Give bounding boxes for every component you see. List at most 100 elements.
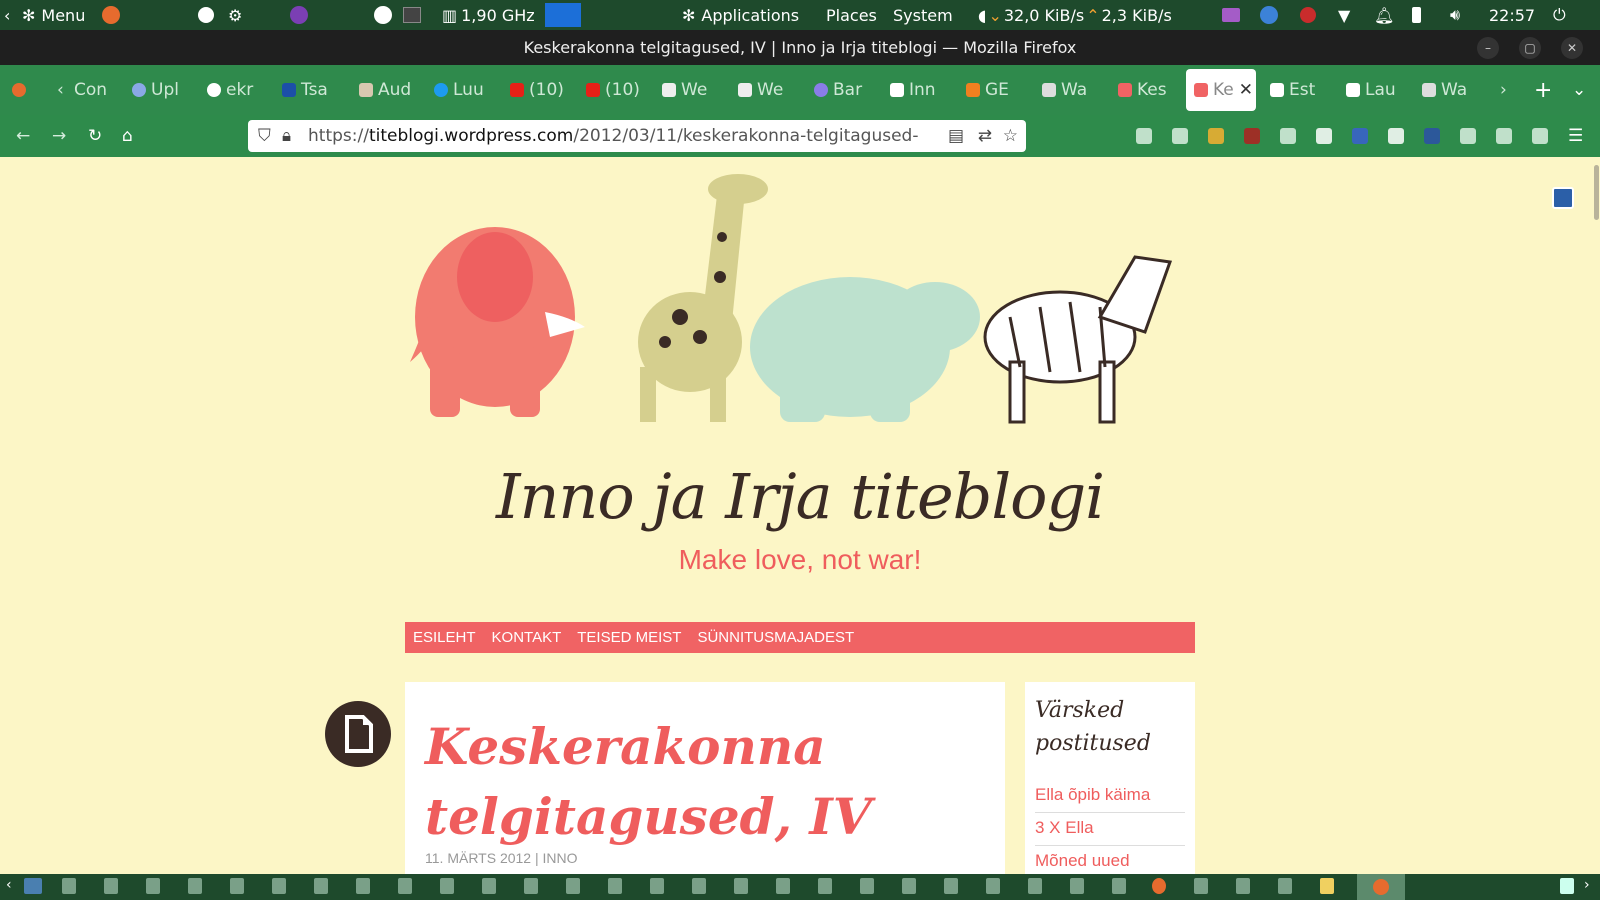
menu-item-sunnitusmajadest[interactable]: Sünnitusmajadest: [697, 629, 854, 646]
lock-icon[interactable]: 🔒︎: [282, 126, 291, 146]
recent-post-link[interactable]: Mõned uued: [1035, 846, 1185, 874]
close-tab-icon[interactable]: ✕: [1239, 80, 1253, 100]
tab-8[interactable]: (10): [584, 69, 646, 111]
launcher-a-icon[interactable]: [198, 0, 214, 30]
taskbar-window-icon[interactable]: [944, 878, 958, 894]
tab-17[interactable]: Est: [1268, 69, 1330, 111]
menu-button[interactable]: ✻ Menu: [22, 0, 85, 30]
taskbar-scroll-left-button[interactable]: ‹: [6, 877, 20, 893]
taskbar-window-icon[interactable]: [1278, 878, 1292, 894]
terminal-icon[interactable]: [403, 0, 421, 30]
taskbar-window-icon[interactable]: [1194, 878, 1208, 894]
taskbar-window-icon[interactable]: [566, 878, 580, 894]
taskbar-window-icon[interactable]: [104, 878, 118, 894]
audio-app-icon[interactable]: [1222, 0, 1240, 30]
tab-scroll-right-button[interactable]: ›: [1498, 69, 1512, 111]
panel-left-arrow[interactable]: ‹: [4, 0, 10, 30]
tab-1[interactable]: Con: [72, 69, 124, 111]
notification-bell-icon[interactable]: 🔔︎: [1374, 0, 1394, 30]
taskbar-window-icon[interactable]: [272, 878, 286, 894]
record-icon[interactable]: [1300, 0, 1316, 30]
firefox-taskbar-icon[interactable]: [1152, 878, 1166, 894]
tab-9[interactable]: We: [660, 69, 722, 111]
reload-button[interactable]: ↻: [88, 115, 102, 157]
ublock-icon[interactable]: [1244, 128, 1260, 144]
tab-7[interactable]: (10): [508, 69, 570, 111]
taskbar-window-icon[interactable]: [482, 878, 496, 894]
tab-13[interactable]: GE: [964, 69, 1026, 111]
taskbar-window-icon[interactable]: [524, 878, 538, 894]
network-speed-indicator[interactable]: ◖ ⌄ 32,0 KiB/s ⌃ 2,3 KiB/s: [978, 0, 1172, 30]
taskbar-window-icon[interactable]: [62, 878, 76, 894]
taskbar-window-icon[interactable]: [1028, 878, 1042, 894]
post-title[interactable]: Keskerakonna telgitagused, IV: [425, 712, 985, 852]
back-button[interactable]: ←: [16, 115, 30, 157]
applications-menu[interactable]: ✻ Applications: [682, 0, 799, 30]
show-desktop-icon[interactable]: [24, 878, 42, 894]
taskbar-window-icon[interactable]: [398, 878, 412, 894]
new-tab-button[interactable]: +: [1532, 69, 1550, 111]
firefox-launcher-icon[interactable]: [102, 0, 120, 30]
forward-button[interactable]: →: [52, 115, 66, 157]
calendar-icon[interactable]: [1316, 128, 1332, 144]
taskbar-window-icon[interactable]: [860, 878, 874, 894]
tab-10[interactable]: We: [736, 69, 798, 111]
taskbar-window-icon[interactable]: [188, 878, 202, 894]
recent-post-link[interactable]: 3 X Ella: [1035, 813, 1185, 846]
home-button[interactable]: ⌂: [122, 115, 133, 157]
post-date[interactable]: 11. märts 2012: [425, 850, 531, 866]
extensions-puzzle-icon[interactable]: [1532, 128, 1548, 144]
recent-post-link[interactable]: Ella õpib käima: [1035, 780, 1185, 813]
bookmark-star-icon[interactable]: ☆: [1002, 126, 1018, 146]
trash-icon[interactable]: [1560, 878, 1574, 894]
page-scrollbar[interactable]: [1594, 165, 1599, 220]
tab-19[interactable]: Wa: [1420, 69, 1482, 111]
post-author[interactable]: Inno: [543, 850, 578, 866]
tab-4[interactable]: Tsa: [280, 69, 344, 111]
extension-icon[interactable]: [1208, 128, 1224, 144]
close-window-button[interactable]: ✕: [1561, 37, 1583, 59]
power-icon[interactable]: ⏻: [1553, 0, 1566, 30]
taskbar-window-icon[interactable]: [356, 878, 370, 894]
taskbar-window-icon[interactable]: [440, 878, 454, 894]
tab-18[interactable]: Lau: [1344, 69, 1406, 111]
clock[interactable]: 22:57: [1489, 0, 1535, 30]
window-titlebar[interactable]: Keskerakonna telgitagused, IV | Inno ja …: [0, 30, 1600, 65]
podcast-icon[interactable]: [290, 0, 308, 30]
places-menu[interactable]: Places: [826, 0, 877, 30]
volume-icon[interactable]: 🔊︎: [1450, 0, 1460, 30]
tab-scroll-left-button[interactable]: ‹: [55, 69, 67, 111]
taskbar-window-icon[interactable]: [608, 878, 622, 894]
taskbar-window-icon[interactable]: [146, 878, 160, 894]
wifi-status-icon[interactable]: ▼: [1338, 0, 1350, 30]
tab-14[interactable]: Wa: [1040, 69, 1102, 111]
extension-icon[interactable]: [1280, 128, 1296, 144]
tab-15[interactable]: Kes: [1116, 69, 1178, 111]
cloud-icon[interactable]: [1496, 128, 1512, 144]
weather-icon[interactable]: [1260, 0, 1278, 30]
translate-popup-icon[interactable]: [1552, 187, 1574, 209]
globe-icon[interactable]: [1460, 128, 1476, 144]
taskbar-window-icon[interactable]: [986, 878, 1000, 894]
site-title[interactable]: Inno ja Irja titeblogi: [405, 460, 1195, 533]
taskbar-window-icon[interactable]: [734, 878, 748, 894]
taskbar-window-icon[interactable]: [230, 878, 244, 894]
tab-2[interactable]: Upl: [130, 69, 192, 111]
taskbar-scroll-right-button[interactable]: ›: [1584, 877, 1598, 893]
minimize-button[interactable]: –: [1477, 37, 1499, 59]
cpu-freq-indicator[interactable]: ▥ 1,90 GHz: [442, 0, 535, 30]
list-all-tabs-button[interactable]: ⌄: [1570, 69, 1588, 111]
gear-icon[interactable]: ⚙: [228, 0, 242, 30]
downloads-icon[interactable]: [1172, 128, 1188, 144]
tab-5[interactable]: Aud: [357, 69, 419, 111]
tab-11[interactable]: Bar: [812, 69, 876, 111]
app-menu-button[interactable]: ☰: [1568, 115, 1583, 157]
taskbar-window-icon[interactable]: [1236, 878, 1250, 894]
extension-icon[interactable]: [1352, 128, 1368, 144]
taskbar-window-icon[interactable]: [1112, 878, 1126, 894]
menu-item-esileht[interactable]: Esileht: [413, 629, 476, 646]
taskbar-window-icon[interactable]: [776, 878, 790, 894]
maximize-button[interactable]: ▢: [1519, 37, 1541, 59]
tab-3[interactable]: ekr: [205, 69, 267, 111]
taskbar-window-icon[interactable]: [818, 878, 832, 894]
